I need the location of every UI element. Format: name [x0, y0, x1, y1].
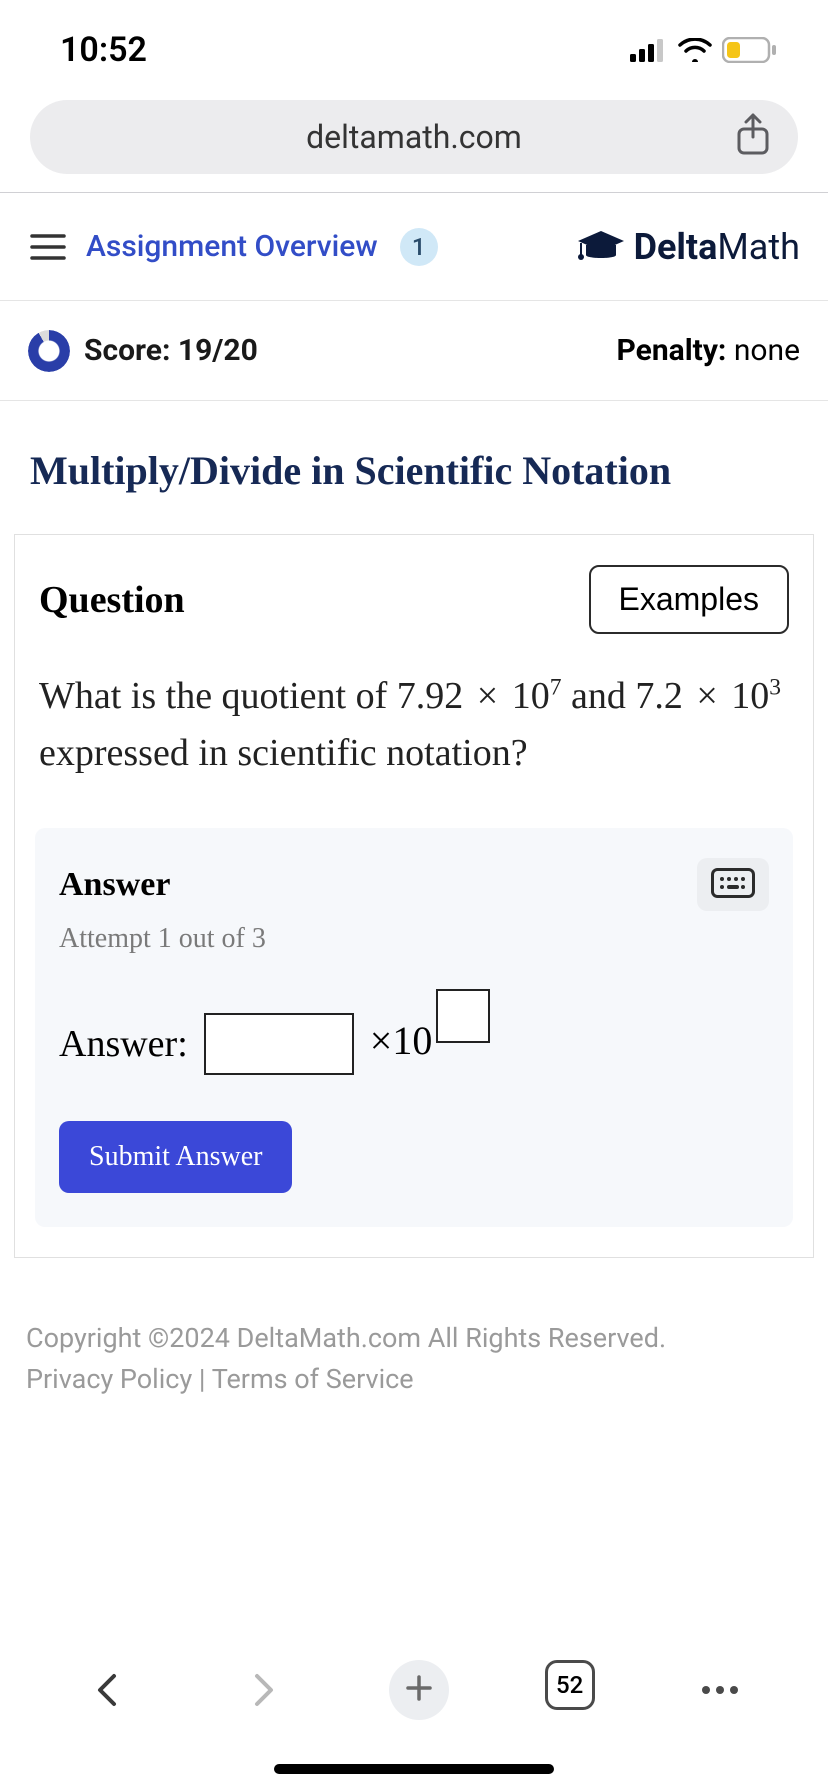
- keyboard-button[interactable]: [697, 858, 769, 911]
- brand-logo[interactable]: DeltaMath: [576, 226, 800, 268]
- graduation-cap-icon: [576, 229, 626, 265]
- privacy-link[interactable]: Privacy Policy: [26, 1363, 192, 1395]
- score-row: Score: 19/20 Penalty: none: [0, 301, 828, 401]
- question-card: Question Examples What is the quotient o…: [14, 534, 814, 1258]
- score-text: Score: 19/20: [84, 333, 258, 368]
- plus-icon: [404, 1673, 434, 1707]
- topic-title: Multiply/Divide in Scientific Notation: [0, 401, 828, 534]
- battery-icon: [722, 37, 778, 63]
- exponent-input[interactable]: [436, 989, 490, 1043]
- assignment-overview-link[interactable]: Assignment Overview: [86, 229, 378, 264]
- more-icon: [700, 1681, 740, 1700]
- penalty-text: Penalty: none: [617, 333, 800, 368]
- submit-answer-button[interactable]: Submit Answer: [59, 1121, 292, 1193]
- brand-math: Math: [717, 226, 800, 268]
- answer-label: Answer:: [59, 1022, 188, 1066]
- times-ten-label: ×10: [370, 1017, 433, 1064]
- answer-title: Answer: [59, 866, 170, 904]
- overview-count-badge: 1: [400, 228, 438, 266]
- terms-link[interactable]: Terms of Service: [212, 1363, 414, 1395]
- question-label: Question: [39, 578, 185, 622]
- menu-icon[interactable]: [28, 227, 68, 267]
- brand-delta: Delta: [634, 226, 718, 268]
- app-header: Assignment Overview 1 DeltaMath: [0, 193, 828, 301]
- cellular-icon: [630, 38, 668, 62]
- answer-box: Answer Attempt 1 out of 3 Answer: ×10 Su…: [35, 828, 793, 1227]
- wifi-icon: [678, 38, 712, 62]
- forward-button[interactable]: [233, 1660, 293, 1720]
- tabs-button[interactable]: 52: [545, 1660, 595, 1710]
- new-tab-button[interactable]: [389, 1660, 449, 1720]
- url-pill[interactable]: deltamath.com: [30, 100, 798, 174]
- status-time: 10:52: [60, 30, 147, 70]
- home-indicator: [274, 1764, 554, 1774]
- back-button[interactable]: [78, 1660, 138, 1720]
- status-bar: 10:52: [0, 0, 828, 100]
- attempt-text: Attempt 1 out of 3: [59, 923, 769, 955]
- question-header: Question Examples: [35, 565, 793, 634]
- examples-button[interactable]: Examples: [589, 565, 790, 634]
- browser-url-bar: deltamath.com: [0, 100, 828, 192]
- url-text: deltamath.com: [306, 118, 522, 156]
- page-footer: Copyright ©2024 DeltaMath.com All Rights…: [0, 1258, 828, 1399]
- progress-spinner-icon: [28, 330, 70, 372]
- copyright-text: Copyright ©2024 DeltaMath.com All Rights…: [26, 1318, 802, 1359]
- answer-input-line: Answer: ×10: [59, 1013, 769, 1075]
- status-icons: [630, 37, 778, 63]
- coefficient-input[interactable]: [204, 1013, 354, 1075]
- share-icon[interactable]: [734, 113, 772, 161]
- tab-count: 52: [556, 1671, 583, 1699]
- more-button[interactable]: [690, 1660, 750, 1720]
- question-text: What is the quotient of 7.92 × 107 and 7…: [35, 668, 793, 782]
- keyboard-icon: [711, 886, 755, 901]
